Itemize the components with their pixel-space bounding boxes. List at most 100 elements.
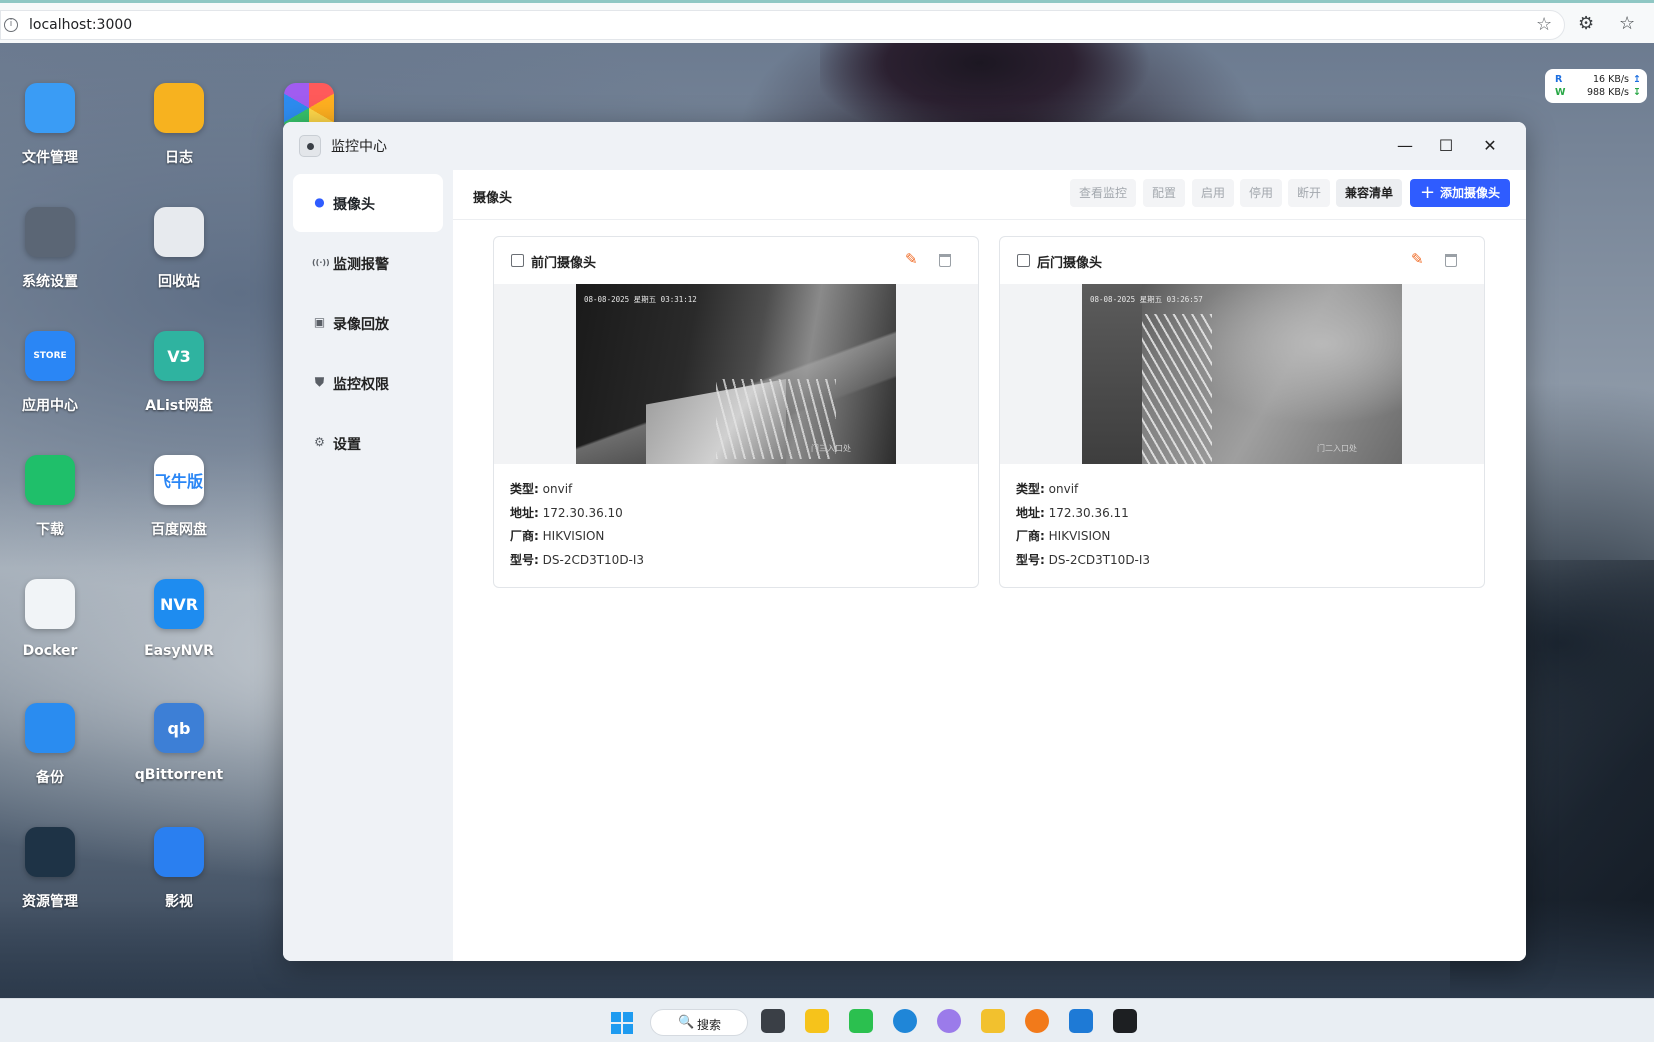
sidebar-item-label: 设置	[333, 437, 361, 453]
url-text[interactable]: localhost:3000	[29, 17, 132, 33]
desktop-icon[interactable]: 文件管理	[0, 83, 100, 167]
log-icon	[154, 83, 204, 133]
sidebar: ● 摄像头 ((·)) 监测报警 ▣ 录像回放 ⛊ 监控权限 ⚙ 设置	[283, 170, 453, 961]
disconnect-button[interactable]: 断开	[1288, 179, 1331, 207]
bookmark-star-icon[interactable]: ☆	[1536, 14, 1552, 35]
edit-pencil-icon[interactable]: ✎	[905, 250, 918, 268]
plus-icon: +	[1420, 182, 1436, 203]
qb-icon: qb	[154, 703, 204, 753]
window-title: 监控中心	[331, 139, 387, 155]
shield-icon: ⛊	[314, 375, 324, 389]
info-key: 厂商:	[510, 529, 539, 543]
search-label: 搜索	[697, 1018, 722, 1032]
terminal-icon[interactable]	[1113, 1009, 1137, 1033]
desktop-icon[interactable]: NVR EasyNVR	[129, 579, 229, 659]
read-speed-row: R 16 KB/s ↥	[1555, 74, 1641, 87]
camera-select-checkbox[interactable]	[1017, 254, 1030, 267]
maximize-button[interactable]: ☐	[1432, 132, 1460, 160]
task-view-icon[interactable]	[761, 1009, 785, 1033]
settings-icon: ⚙	[314, 435, 325, 449]
address-bar[interactable]: i localhost:3000 ☆	[0, 10, 1565, 40]
add-camera-button[interactable]: + 添加摄像头	[1410, 179, 1511, 207]
desktop-icon[interactable]: 日志	[129, 83, 229, 167]
sidebar-item-playback[interactable]: ▣ 录像回放	[293, 294, 443, 352]
file-explorer-icon[interactable]	[981, 1009, 1005, 1033]
info-key: 厂商:	[1016, 529, 1045, 543]
camera-type-row: 类型: onvif	[510, 480, 644, 504]
desktop-icon[interactable]: 影视	[129, 827, 229, 911]
desktop-icon[interactable]: 飞牛版 百度网盘	[129, 455, 229, 539]
windows-taskbar: 🔍 搜索	[0, 998, 1654, 1042]
wechat-icon[interactable]	[849, 1009, 873, 1033]
desktop-icon[interactable]: 下载	[0, 455, 100, 539]
info-key: 地址:	[1016, 505, 1045, 520]
camera-select-checkbox[interactable]	[511, 254, 524, 267]
desktop-icon[interactable]: STORE 应用中心	[0, 331, 100, 415]
desktop-icon-label: 百度网盘	[151, 522, 207, 538]
net-speed-widget: R 16 KB/s ↥ W 988 KB/s ↧	[1545, 69, 1647, 103]
sidebar-item-alarms[interactable]: ((·)) 监测报警	[293, 234, 443, 292]
desktop-icon[interactable]: Docker	[0, 579, 100, 659]
desktop-icon[interactable]: 备份	[0, 703, 100, 787]
desktop-icon-label: 应用中心	[22, 398, 78, 414]
desktop-icon-label: 影视	[165, 894, 193, 910]
desktop-icon[interactable]: qb qBittorrent	[129, 703, 229, 783]
close-button[interactable]: ✕	[1476, 132, 1504, 160]
desktop-icon-label: 系统设置	[22, 274, 78, 290]
edit-pencil-icon[interactable]: ✎	[1411, 250, 1424, 268]
desktop-icon[interactable]: 资源管理	[0, 827, 100, 911]
cat-app-icon[interactable]	[937, 1009, 961, 1033]
backup-icon	[25, 703, 75, 753]
enable-button[interactable]: 启用	[1192, 179, 1235, 207]
desktop-icon-label: 日志	[165, 150, 193, 166]
camera-card-front-door[interactable]: 前门摄像头 ✎ 08-08-2025 星期五 03:31:12 门三入口处 类型…	[493, 236, 979, 588]
sidebar-item-permissions[interactable]: ⛊ 监控权限	[293, 354, 443, 412]
edge-icon[interactable]	[893, 1009, 917, 1033]
sidebar-item-settings[interactable]: ⚙ 设置	[293, 414, 443, 472]
window-title-bar[interactable]: 监控中心 — ☐ ✕	[283, 122, 1526, 170]
delete-trash-icon[interactable]	[939, 254, 951, 267]
info-key: 类型:	[1016, 482, 1045, 496]
camera-name: 后门摄像头	[1037, 256, 1103, 271]
write-value: 988 KB/s	[1586, 87, 1629, 98]
orange-app-icon[interactable]	[1025, 1009, 1049, 1033]
config-button[interactable]: 配置	[1143, 179, 1186, 207]
view-monitor-button[interactable]: 查看监控	[1070, 179, 1137, 207]
sidebar-item-cameras[interactable]: ● 摄像头	[293, 174, 443, 232]
desktop-icon[interactable]: V3 AList网盘	[129, 331, 229, 415]
taskbar-search[interactable]: 🔍 搜索	[650, 1009, 748, 1036]
camera-snapshot: 08-08-2025 星期五 03:26:57 门二入口处	[1082, 284, 1402, 464]
write-key: W	[1555, 87, 1566, 98]
browser-toolbar: i localhost:3000 ☆ ⚙ ☆	[0, 0, 1654, 43]
desktop-icon[interactable]: 系统设置	[0, 207, 100, 291]
alist-icon: V3	[154, 331, 204, 381]
music-icon[interactable]	[805, 1009, 829, 1033]
camera-toolbar: 摄像头 查看监控 配置 启用 停用 断开 兼容清单 + 添加摄像头	[453, 170, 1526, 220]
camera-card-header: 后门摄像头 ✎	[1000, 237, 1484, 284]
download-arrow-icon: ↧	[1633, 87, 1641, 98]
extensions-icon[interactable]: ⚙	[1578, 13, 1594, 34]
info-key: 型号:	[510, 552, 539, 567]
compat-list-button[interactable]: 兼容清单	[1336, 179, 1403, 207]
desktop-icon-label: 文件管理	[22, 150, 78, 166]
camera-app-icon	[299, 135, 321, 157]
osd-location: 门二入口处	[1317, 444, 1357, 453]
camera-preview[interactable]: 08-08-2025 星期五 03:26:57 门二入口处	[1000, 284, 1484, 464]
desktop-icon-label: 资源管理	[22, 894, 78, 910]
windows-start-icon[interactable]	[611, 1012, 633, 1034]
site-info-icon[interactable]: i	[4, 18, 18, 32]
baidu-icon: 飞牛版	[154, 455, 204, 505]
camera-icon: ●	[314, 195, 325, 209]
camera-address-row: 地址: 172.30.36.11	[1016, 504, 1150, 528]
desktop-icon[interactable]: 回收站	[129, 207, 229, 291]
docker-icon	[25, 579, 75, 629]
nvr-icon: NVR	[154, 579, 204, 629]
minimize-button[interactable]: —	[1391, 132, 1419, 160]
monitor-center-window: 监控中心 — ☐ ✕ ● 摄像头 ((·)) 监测报警 ▣ 录像回放 ⛊ 监控权…	[283, 122, 1526, 961]
vscode-icon[interactable]	[1069, 1009, 1093, 1033]
camera-card-back-door[interactable]: 后门摄像头 ✎ 08-08-2025 星期五 03:26:57 门二入口处 类型…	[999, 236, 1485, 588]
delete-trash-icon[interactable]	[1445, 254, 1457, 267]
favorites-icon[interactable]: ☆	[1619, 13, 1635, 34]
disable-button[interactable]: 停用	[1240, 179, 1283, 207]
camera-preview[interactable]: 08-08-2025 星期五 03:31:12 门三入口处	[494, 284, 978, 464]
